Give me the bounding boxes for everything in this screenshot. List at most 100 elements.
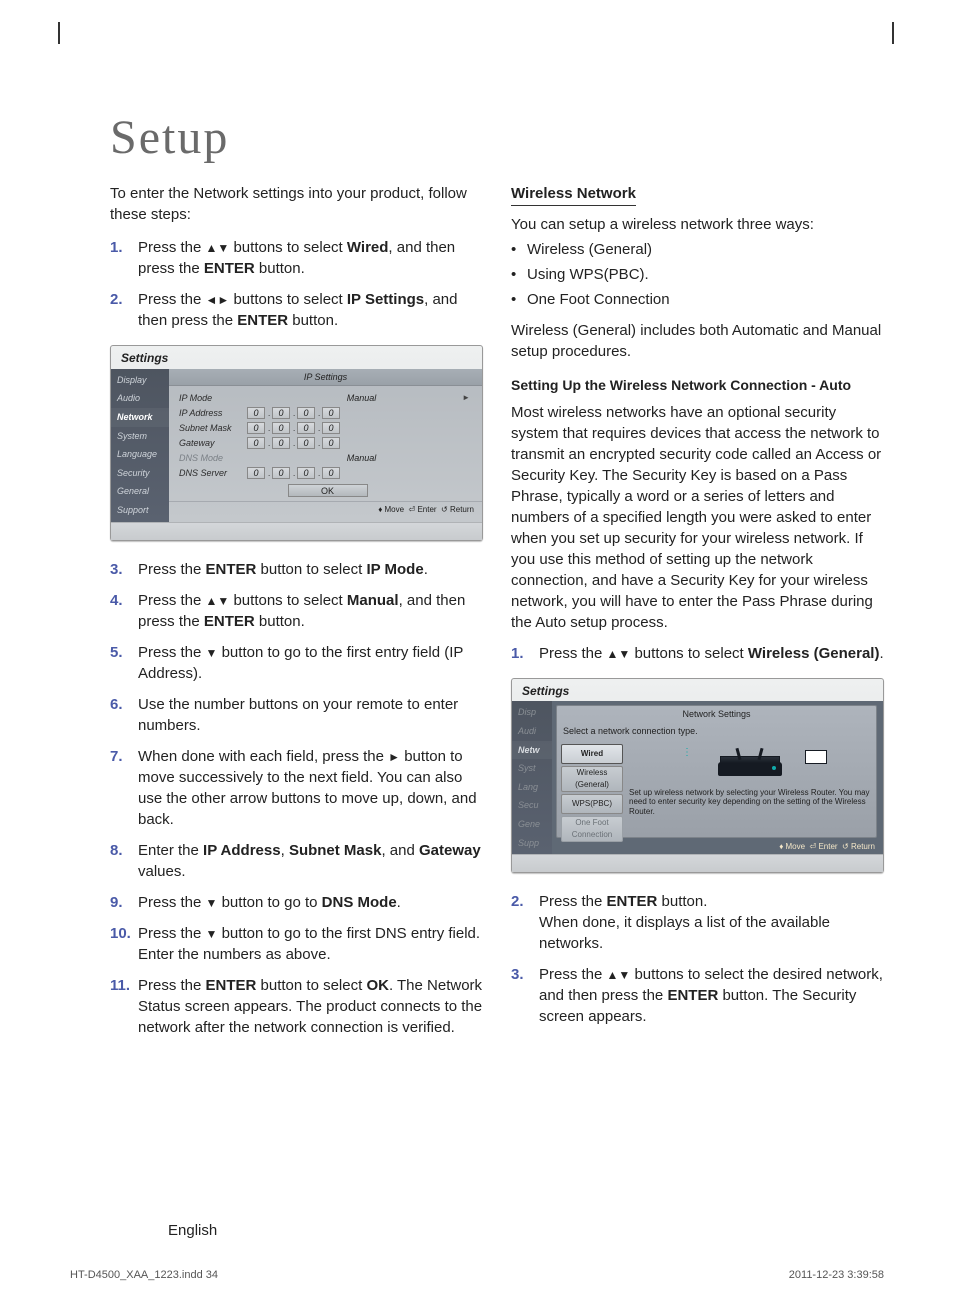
step11: Press the ENTER button to select OK. The… bbox=[138, 977, 482, 1036]
ui1-ipmode-label: IP Mode bbox=[179, 392, 247, 405]
setup-auto-body: Most wireless networks have an optional … bbox=[511, 402, 884, 633]
ui1-dnsmode-label: DNS Mode bbox=[179, 452, 247, 465]
step-num: 9. bbox=[110, 892, 123, 913]
ui1-panel-title: IP Settings bbox=[169, 369, 482, 387]
rstep-num: 3. bbox=[511, 964, 524, 985]
ip-octet: 0 bbox=[322, 422, 340, 434]
ui2-modal-title: Network Settings bbox=[557, 706, 876, 723]
ui1-sidebar: Display Audio Network System Language Se… bbox=[111, 369, 169, 522]
ip-octet: 0 bbox=[272, 437, 290, 449]
left-intro: To enter the Network settings into your … bbox=[110, 183, 483, 225]
ip-octet: 0 bbox=[322, 467, 340, 479]
ui2-side-audio: Audi bbox=[512, 722, 552, 741]
ui2-legend: ♦ Move ⏎ Enter ↺ Return bbox=[779, 841, 875, 852]
step10: Press the ▼ button to go to the first DN… bbox=[138, 925, 480, 963]
ip-octet: 0 bbox=[297, 467, 315, 479]
rstep1: Press the ▲▼ buttons to select Wireless … bbox=[539, 645, 884, 662]
ui1-side-audio: Audio bbox=[111, 389, 169, 408]
page-title: Setup bbox=[110, 110, 884, 165]
ui2-side-support: Supp bbox=[512, 834, 552, 853]
bullet-wireless-general: Wireless (General) bbox=[511, 239, 884, 260]
ui1-ok-button: OK bbox=[288, 484, 368, 497]
step2: Press the ◄► buttons to select IP Settin… bbox=[138, 291, 458, 329]
ui1-side-display: Display bbox=[111, 371, 169, 390]
chevron-right-icon: ► bbox=[462, 392, 470, 403]
network-settings-screenshot: Settings Disp Audi Netw Syst Lang Secu G… bbox=[511, 678, 884, 874]
ui2-tab-wireless: Wireless (General) bbox=[561, 766, 623, 792]
ip-octet: 0 bbox=[297, 407, 315, 419]
ui2-side-security: Secu bbox=[512, 796, 552, 815]
ui2-side-network: Netw bbox=[512, 741, 552, 760]
step-num: 11. bbox=[110, 975, 130, 996]
setup-auto-heading: Setting Up the Wireless Network Connecti… bbox=[511, 376, 884, 396]
rstep-num: 2. bbox=[511, 891, 524, 912]
wireless-network-heading: Wireless Network bbox=[511, 183, 636, 206]
step7: When done with each field, press the ► b… bbox=[138, 748, 477, 828]
footer-date: 2011-12-23 3:39:58 bbox=[789, 1269, 884, 1281]
ip-octet: 0 bbox=[272, 407, 290, 419]
ui1-subnet-label: Subnet Mask bbox=[179, 422, 247, 435]
bullet-wps: Using WPS(PBC). bbox=[511, 264, 884, 285]
step8: Enter the IP Address, Subnet Mask, and G… bbox=[138, 842, 481, 880]
ui1-side-general: General bbox=[111, 482, 169, 501]
step-num: 2. bbox=[110, 289, 123, 310]
ip-octet: 0 bbox=[272, 422, 290, 434]
ip-octet: 0 bbox=[247, 467, 265, 479]
ui2-side-general: Gene bbox=[512, 815, 552, 834]
ip-octet: 0 bbox=[247, 407, 265, 419]
footer-language: English bbox=[0, 1222, 954, 1239]
ip-octet: 0 bbox=[322, 437, 340, 449]
ui1-side-language: Language bbox=[111, 445, 169, 464]
step6: Use the number buttons on your remote to… bbox=[138, 696, 458, 734]
ui1-ipaddress-label: IP Address bbox=[179, 407, 247, 420]
step-num: 7. bbox=[110, 746, 123, 767]
ui1-dnsmode-value: Manual bbox=[247, 452, 476, 465]
ui2-tab-wired: Wired bbox=[561, 744, 623, 764]
ui1-side-security: Security bbox=[111, 464, 169, 483]
ui1-gateway-label: Gateway bbox=[179, 437, 247, 450]
ip-settings-screenshot: Settings Display Audio Network System La… bbox=[110, 345, 483, 541]
ui2-sidebar: Disp Audi Netw Syst Lang Secu Gene Supp bbox=[512, 701, 552, 854]
bullet-onefoot: One Foot Connection bbox=[511, 289, 884, 310]
step-num: 4. bbox=[110, 590, 123, 611]
rstep-num: 1. bbox=[511, 643, 524, 664]
step3: Press the ENTER button to select IP Mode… bbox=[138, 561, 428, 578]
ui1-legend: ♦ Move ⏎ Enter ↺ Return bbox=[169, 501, 482, 519]
step-num: 8. bbox=[110, 840, 123, 861]
ui2-description: Set up wireless network by selecting you… bbox=[629, 788, 870, 817]
ip-octet: 0 bbox=[297, 437, 315, 449]
footer-file: HT-D4500_XAA_1223.indd 34 bbox=[70, 1269, 218, 1281]
wireless-intro: You can setup a wireless network three w… bbox=[511, 214, 884, 235]
ui1-settings-label: Settings bbox=[111, 346, 482, 369]
step9: Press the ▼ button to go to DNS Mode. bbox=[138, 894, 401, 911]
ui2-side-display: Disp bbox=[512, 703, 552, 722]
rstep3: Press the ▲▼ buttons to select the desir… bbox=[539, 966, 883, 1025]
step-num: 1. bbox=[110, 237, 123, 258]
step-num: 5. bbox=[110, 642, 123, 663]
step-num: 6. bbox=[110, 694, 123, 715]
wireless-manual-note: Wireless (General) includes both Automat… bbox=[511, 320, 884, 362]
ip-octet: 0 bbox=[297, 422, 315, 434]
ui1-side-system: System bbox=[111, 427, 169, 446]
ip-octet: 0 bbox=[247, 437, 265, 449]
step4: Press the ▲▼ buttons to select Manual, a… bbox=[138, 592, 465, 630]
ui1-side-network: Network bbox=[111, 408, 169, 427]
ip-octet: 0 bbox=[272, 467, 290, 479]
ui1-dnsserver-label: DNS Server bbox=[179, 467, 247, 480]
ui2-side-system: Syst bbox=[512, 759, 552, 778]
ui2-side-language: Lang bbox=[512, 778, 552, 797]
ui2-tab-wps: WPS(PBC) bbox=[561, 794, 623, 814]
ui2-tab-onefoot: One Foot Connection bbox=[561, 816, 623, 842]
ip-octet: 0 bbox=[247, 422, 265, 434]
ui1-side-support: Support bbox=[111, 501, 169, 520]
step1: Press the ▲▼ buttons to select Wired, an… bbox=[138, 239, 455, 277]
step5: Press the ▼ button to go to the first en… bbox=[138, 644, 463, 682]
step-num: 10. bbox=[110, 923, 131, 944]
step-num: 3. bbox=[110, 559, 123, 580]
ui1-ipmode-value: Manual► bbox=[247, 392, 476, 405]
rstep2: Press the ENTER button.When done, it dis… bbox=[539, 893, 830, 952]
ui2-hint: Select a network connection type. bbox=[557, 723, 876, 744]
router-illustration: ⋮ bbox=[629, 746, 870, 788]
ip-octet: 0 bbox=[322, 407, 340, 419]
ui2-settings-label: Settings bbox=[512, 679, 883, 702]
